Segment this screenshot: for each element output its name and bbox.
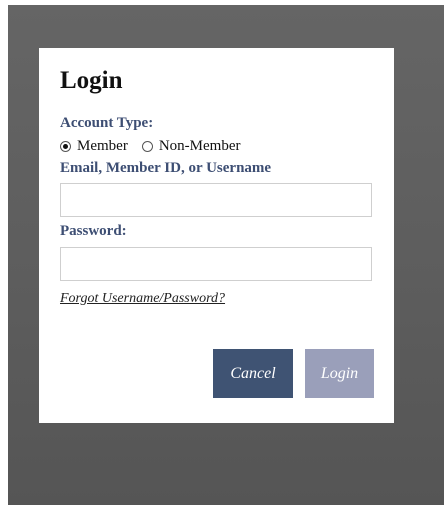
dialog-title: Login xyxy=(60,67,123,94)
password-field-label: Password: xyxy=(60,223,127,239)
cancel-button[interactable]: Cancel xyxy=(213,349,293,398)
account-type-radio-group: Member Non-Member xyxy=(60,138,254,154)
non-member-radio-label[interactable]: Non-Member xyxy=(159,138,241,154)
login-dialog: Login Account Type: Member Non-Member Em… xyxy=(39,48,394,423)
login-button[interactable]: Login xyxy=(305,349,374,398)
member-radio[interactable] xyxy=(60,140,71,152)
password-input[interactable] xyxy=(60,247,372,281)
member-radio-label[interactable]: Member xyxy=(77,138,128,154)
non-member-radio[interactable] xyxy=(141,140,153,152)
email-field-label: Email, Member ID, or Username xyxy=(60,160,272,176)
account-type-label: Account Type: xyxy=(60,115,154,131)
email-input[interactable] xyxy=(60,183,372,217)
forgot-password-link[interactable]: Forgot Username/Password? xyxy=(60,292,225,306)
